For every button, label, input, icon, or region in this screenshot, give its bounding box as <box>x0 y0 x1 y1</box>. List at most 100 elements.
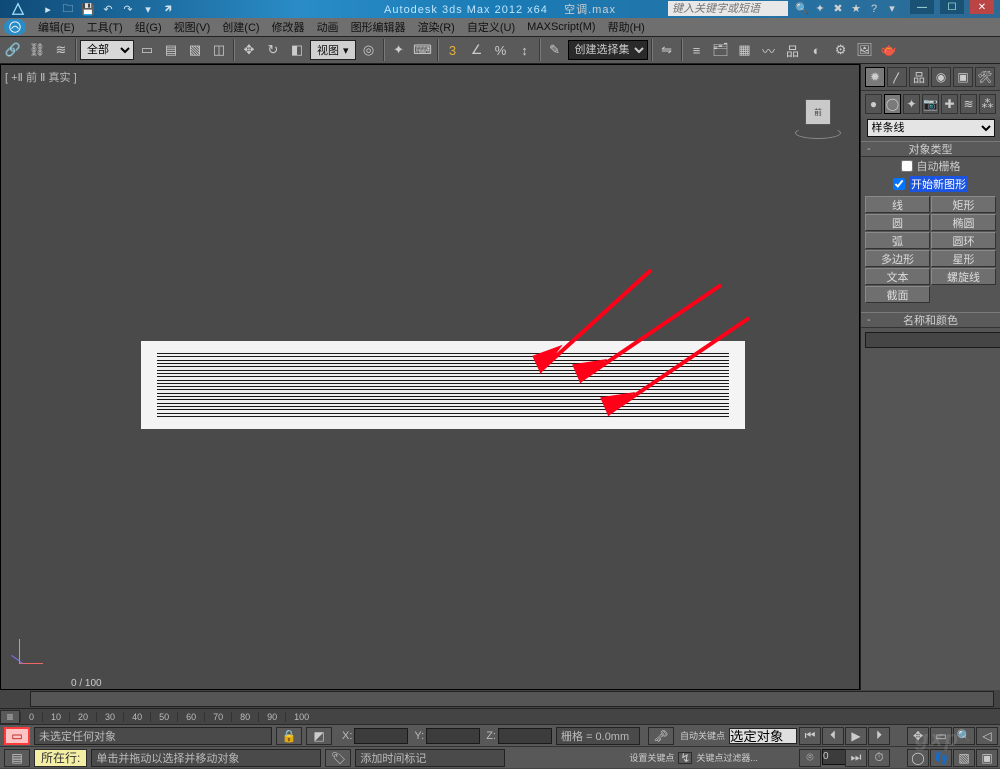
menu-modifiers[interactable]: 修改器 <box>266 18 311 36</box>
manipulate-icon[interactable]: ✦ <box>388 39 410 61</box>
graphite-icon[interactable]: ▦ <box>734 39 756 61</box>
mirror-icon[interactable]: ⇋ <box>656 39 678 61</box>
play-icon[interactable]: ▶ <box>845 727 867 745</box>
rollout-object-type-header[interactable]: 对象类型 <box>861 141 1000 157</box>
shape-arc-button[interactable]: 弧 <box>865 232 930 249</box>
shape-type-dropdown[interactable]: 样条线 <box>867 119 995 137</box>
window-crossing-icon[interactable]: ◫ <box>208 39 230 61</box>
qat-undo-icon[interactable]: ↶ <box>100 2 116 16</box>
timeline-config-icon[interactable]: ≡ <box>0 710 20 724</box>
zoom-icon[interactable]: 🔍 <box>953 727 975 745</box>
menu-create[interactable]: 创建(C) <box>216 18 265 36</box>
percent-snap-icon[interactable]: % <box>490 39 512 61</box>
shape-star-button[interactable]: 星形 <box>931 250 996 267</box>
next-frame-icon[interactable]: ⏵ <box>868 727 890 745</box>
exchange-icon[interactable]: ✖ <box>830 1 846 16</box>
qat-save-icon[interactable]: 💾 <box>80 2 96 16</box>
select-by-name-icon[interactable]: ▤ <box>160 39 182 61</box>
max-toggle-icon[interactable]: ▣ <box>976 749 998 767</box>
tab-display-icon[interactable]: ▣ <box>953 67 973 87</box>
setkey-button[interactable]: 设置关键点 <box>629 751 674 764</box>
time-tag-icon[interactable]: 🏷 <box>325 749 351 767</box>
isolate-icon[interactable]: ◩ <box>306 727 332 745</box>
ref-coord-system-dropdown[interactable]: 视图 ▾ <box>310 40 356 60</box>
track-bar[interactable]: ≡ 0 10 20 30 40 50 60 70 80 90 100 <box>0 708 1000 724</box>
viewport-front[interactable]: [ +Ⅱ 前 Ⅱ 真实 ] 前 <box>0 64 860 690</box>
menu-grapheditors[interactable]: 图形编辑器 <box>345 18 412 36</box>
script-row-button[interactable]: 所在行: <box>34 749 87 767</box>
cat-helpers-icon[interactable]: ✚ <box>941 94 958 114</box>
shape-line-button[interactable]: 线 <box>865 196 930 213</box>
rotate-icon[interactable]: ↻ <box>262 39 284 61</box>
maxscript-mini-listener-button[interactable]: ▭ <box>4 727 30 745</box>
link-icon[interactable]: 🔗 <box>2 39 24 61</box>
menu-maxscript[interactable]: MAXScript(M) <box>521 20 601 34</box>
set-key-large-icon[interactable]: 🗝 <box>648 727 674 745</box>
rollout-name-color-header[interactable]: 名称和颜色 <box>861 312 1000 328</box>
qat-link-icon[interactable]: 🡽 <box>160 2 176 16</box>
key-mode-toggle-icon[interactable]: ⌾ <box>799 749 821 767</box>
tab-hierarchy-icon[interactable]: 品 <box>909 67 929 87</box>
menu-rendering[interactable]: 渲染(R) <box>412 18 461 36</box>
favorite-icon[interactable]: ★ <box>848 1 864 16</box>
autogrid-checkbox[interactable] <box>901 160 913 172</box>
spinner-snap-icon[interactable]: ↕ <box>514 39 536 61</box>
cat-shapes-icon[interactable]: ◯ <box>884 94 901 114</box>
qat-new-icon[interactable]: ▸ <box>40 2 56 16</box>
selection-filter-dropdown[interactable]: 全部 <box>80 40 134 60</box>
object-name-input[interactable] <box>865 332 1000 348</box>
cat-cameras-icon[interactable]: 📷 <box>922 94 939 114</box>
infocenter-search-input[interactable] <box>668 1 788 16</box>
view-cube-compass-icon[interactable] <box>795 127 841 139</box>
subscription-icon[interactable]: ✦ <box>812 1 828 16</box>
menu-tools[interactable]: 工具(T) <box>81 18 129 36</box>
autokey-button[interactable]: 自动关键点 <box>680 729 725 742</box>
keyboard-shortcut-icon[interactable]: ⌨ <box>412 39 434 61</box>
render-production-icon[interactable]: 🫖 <box>878 39 900 61</box>
qat-more-icon[interactable]: ▾ <box>140 2 156 16</box>
qat-open-icon[interactable]: 🗀 <box>60 2 76 16</box>
time-slider[interactable]: 0 / 100 <box>30 691 994 707</box>
search-icon[interactable]: 🔍 <box>794 1 810 16</box>
pan-icon[interactable]: ✥ <box>907 727 929 745</box>
selection-lock-icon[interactable]: 🔒 <box>276 727 302 745</box>
listener-toggle-icon[interactable]: ▤ <box>4 749 30 767</box>
cat-lights-icon[interactable]: ✦ <box>903 94 920 114</box>
key-filters-button[interactable]: 关键点过滤器... <box>696 751 758 764</box>
start-new-shape-checkbox[interactable] <box>893 178 905 190</box>
prev-frame-icon[interactable]: ⏴ <box>822 727 844 745</box>
key-mode-icon[interactable]: ↯ <box>678 752 692 764</box>
menu-edit[interactable]: 编辑(E) <box>32 18 81 36</box>
schematic-view-icon[interactable]: 品 <box>782 39 804 61</box>
menu-customize[interactable]: 自定义(U) <box>461 18 521 36</box>
angle-snap-icon[interactable]: ∠ <box>466 39 488 61</box>
help-icon[interactable]: ? <box>866 1 882 16</box>
shape-text-button[interactable]: 文本 <box>865 268 930 285</box>
view-cube[interactable]: 前 <box>805 99 831 125</box>
select-region-icon[interactable]: ▧ <box>184 39 206 61</box>
menu-group[interactable]: 组(G) <box>129 18 168 36</box>
close-button[interactable]: ✕ <box>970 0 994 14</box>
cat-systems-icon[interactable]: ⁂ <box>979 94 996 114</box>
help-menu-chevron-icon[interactable]: ▾ <box>884 1 900 16</box>
minimize-button[interactable]: — <box>910 0 934 14</box>
maximize-button[interactable]: ☐ <box>940 0 964 14</box>
tab-motion-icon[interactable]: ◉ <box>931 67 951 87</box>
render-setup-icon[interactable]: ⚙ <box>830 39 852 61</box>
shape-ellipse-button[interactable]: 椭圆 <box>931 214 996 231</box>
shape-rectangle-button[interactable]: 矩形 <box>931 196 996 213</box>
key-target-input[interactable] <box>729 728 797 744</box>
x-input[interactable] <box>354 728 408 744</box>
pivot-center-icon[interactable]: ◎ <box>358 39 380 61</box>
edit-named-sel-icon[interactable]: ✎ <box>544 39 566 61</box>
material-editor-icon[interactable]: ◐ <box>806 39 828 61</box>
cat-spacewarps-icon[interactable]: ≋ <box>960 94 977 114</box>
shape-section-button[interactable]: 截面 <box>865 286 930 303</box>
align-icon[interactable]: ≡ <box>686 39 708 61</box>
orbit-icon[interactable]: ◯ <box>907 749 929 767</box>
snap-toggle-icon[interactable]: 3 <box>442 39 464 61</box>
shape-ngon-button[interactable]: 多边形 <box>865 250 930 267</box>
scale-icon[interactable]: ◧ <box>286 39 308 61</box>
curve-editor-icon[interactable]: 〰 <box>758 39 780 61</box>
goto-end-icon[interactable]: ⏭ <box>845 749 867 767</box>
